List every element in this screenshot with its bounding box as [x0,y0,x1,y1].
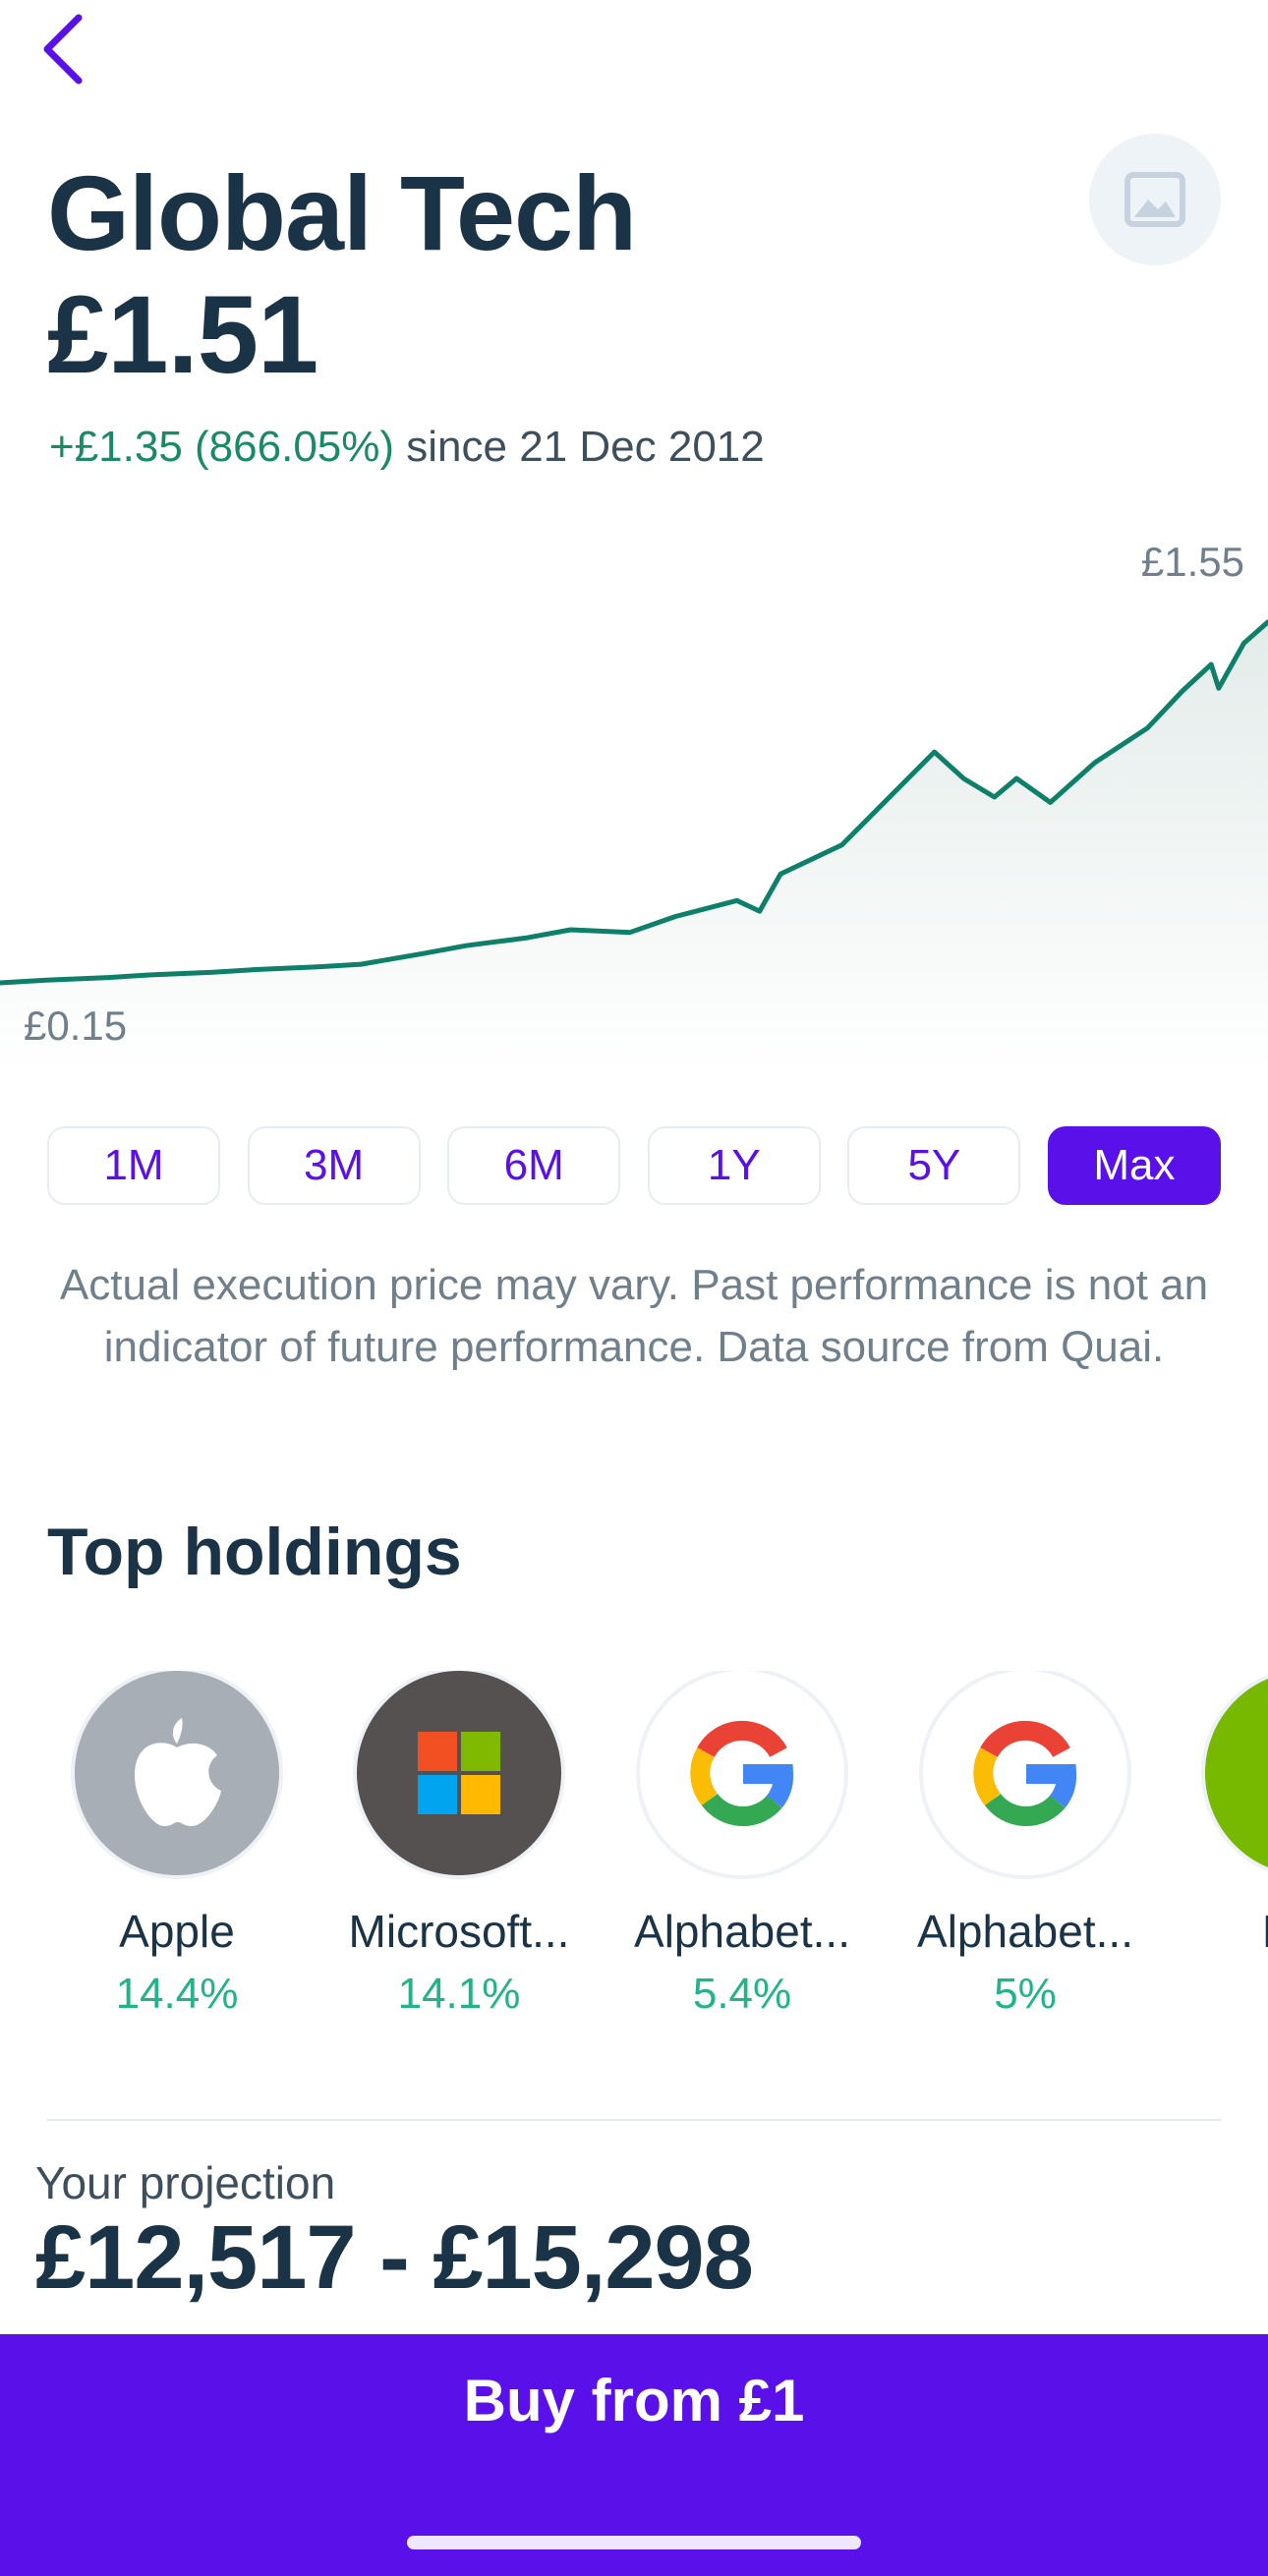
chevron-left-icon [43,14,83,85]
holding-name: Apple [119,1906,235,1957]
google-logo-icon [923,1671,1127,1875]
microsoft-logo-icon [357,1671,561,1875]
section-divider [47,2119,1221,2121]
range-6m-button[interactable]: 6M [447,1126,621,1205]
apple-logo-icon [75,1671,279,1875]
image-icon [1124,172,1185,227]
holding-percentage: 4 [1184,1970,1268,2019]
chart-area-fill [0,621,1268,1071]
fund-title: Global Tech [47,153,637,272]
fund-price: £1.51 [47,273,318,396]
image-button[interactable] [1089,134,1221,265]
holding-item-alphabet-c[interactable]: Alphabet... 5% [902,1671,1148,2019]
nvidia-logo-icon [1205,1671,1268,1875]
holding-item-microsoft[interactable]: Microsoft... 14.1% [336,1671,582,2019]
holding-percentage: 14.1% [397,1970,521,2018]
range-max-button[interactable]: Max [1047,1126,1221,1205]
holding-name: Nvid [1184,1905,1268,1958]
range-1m-button[interactable]: 1M [47,1126,220,1205]
holding-name: Alphabet... [917,1906,1133,1957]
home-indicator [407,2536,861,2549]
disclaimer-text: Actual execution price may vary. Past pe… [59,1261,1209,1371]
holding-name: Alphabet... [634,1906,850,1957]
range-selector: 1M 3M 6M 1Y 5Y Max [47,1126,1221,1209]
buy-button-label: Buy from £1 [463,2368,805,2433]
holding-item-apple[interactable]: Apple 14.4% [54,1671,300,2019]
range-5y-button[interactable]: 5Y [847,1126,1021,1205]
price-change: +£1.35 (866.05%) since 21 Dec 2012 [49,418,765,477]
holding-item-alphabet-a[interactable]: Alphabet... 5.4% [619,1671,865,2019]
range-3m-button[interactable]: 3M [247,1126,421,1205]
price-change-amount: +£1.35 (866.05%) [49,423,395,471]
price-change-since: since 21 Dec 2012 [406,423,765,471]
holdings-carousel[interactable]: Apple 14.4% Microsoft... 14.1% Alphabet.… [0,1671,1268,2044]
google-logo-icon [640,1671,844,1875]
holding-name: Microsoft... [348,1906,570,1957]
holding-percentage: 5.4% [692,1970,792,2018]
holding-percentage: 14.4% [115,1970,239,2018]
holding-percentage: 5% [994,1970,1057,2018]
projection-value: £12,517 - £15,298 [35,2207,754,2308]
price-chart[interactable] [0,521,1268,1071]
range-1y-button[interactable]: 1Y [647,1126,821,1205]
price-chart-svg [0,619,1268,1071]
holding-item-nvidia[interactable]: Nvid 4 [1184,1671,1268,2019]
back-button[interactable] [33,10,92,88]
chart-max-label: £1.55 [1140,539,1244,585]
chart-min-label: £0.15 [24,1002,128,1049]
projection-label: Your projection [35,2157,336,2208]
top-holdings-title: Top holdings [47,1515,462,1589]
